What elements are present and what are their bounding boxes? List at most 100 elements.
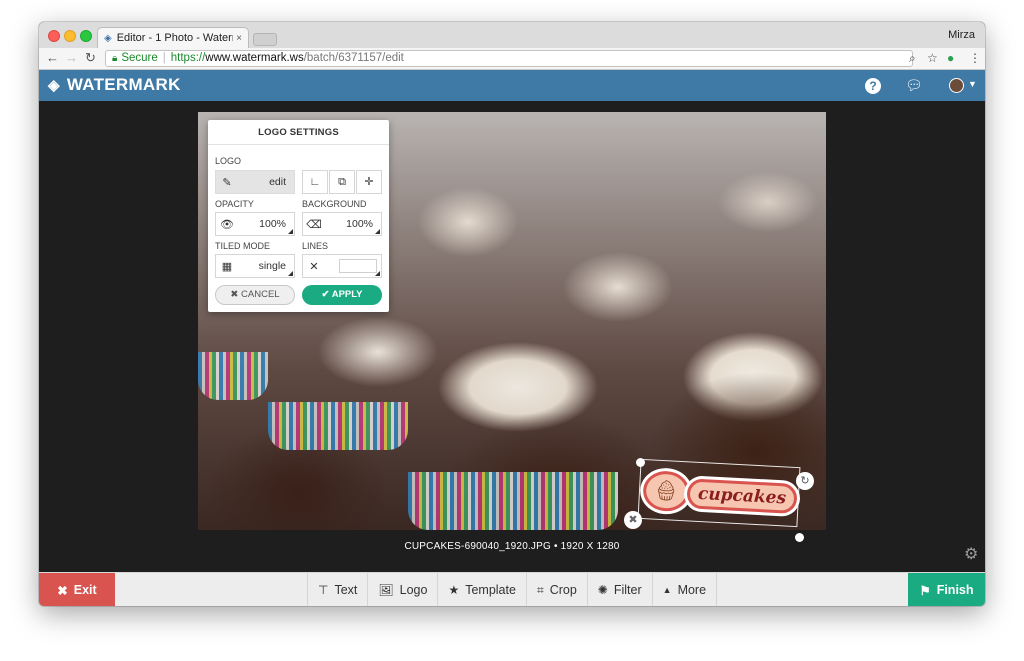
crop-tool-button[interactable]: ⌗ Crop (525, 573, 587, 606)
delete-watermark-icon[interactable]: ✖ (624, 511, 642, 529)
image-icon: 🖼︎ (378, 583, 394, 597)
extension-icon[interactable]: ● (947, 51, 954, 65)
x-lines-icon: ✕ (309, 260, 319, 273)
chevron-down-icon[interactable]: ▼ (968, 79, 977, 89)
more-tool-button[interactable]: ▲ More (651, 573, 718, 606)
maximize-window-button[interactable] (80, 30, 92, 42)
text-tool-button[interactable]: ⊤ Text (307, 573, 367, 606)
lines-field[interactable]: ✕ (302, 254, 382, 278)
close-window-button[interactable] (48, 30, 60, 42)
filter-tool-button[interactable]: ✺ Filter (586, 573, 652, 606)
caret-up-icon: ▲ (662, 585, 672, 595)
lock-icon: 🔒︎ (112, 53, 118, 64)
tiled-mode-value: single (258, 260, 286, 272)
close-icon: ✖ (57, 583, 68, 598)
logo-settings-panel: LOGO SETTINGS LOGO ✎ edit ∟ ⧉ ✛ OPACITY … (208, 120, 389, 312)
browser-window: ◈ Editor - 1 Photo - Watermark.ws × Mirz… (39, 22, 985, 606)
logo-tool-label: Logo (399, 583, 428, 597)
edit-value: edit (269, 176, 286, 188)
url-input[interactable]: 🔒︎ Secure | https://www.watermark.ws/bat… (105, 50, 913, 67)
exit-button[interactable]: ✖ Exit (39, 573, 115, 606)
gear-icon[interactable]: ⚙ (964, 544, 978, 564)
opacity-field[interactable]: 👁︎ 100% (215, 212, 295, 236)
cupcake-liner (408, 472, 618, 530)
logo-tool-button[interactable]: 🖼︎ Logo (367, 573, 437, 606)
cupcake-liner (198, 352, 268, 400)
crop-icon: ⌗ (536, 582, 544, 597)
close-icon: ✖ (230, 289, 239, 300)
finish-label: Finish (936, 583, 974, 597)
reload-icon[interactable]: ↻ (85, 50, 96, 66)
new-tab-button[interactable] (253, 33, 277, 46)
apply-button[interactable]: ✔ APPLY (302, 285, 382, 305)
cupcake-icon: 🧁︎ (642, 470, 691, 513)
crop-tool-label: Crop (549, 583, 577, 597)
finish-button[interactable]: ⚑ Finish (908, 573, 985, 606)
corner-indicator (375, 271, 380, 276)
photo-caption: CUPCAKES-690040_1920.JPG • 1920 X 1280 (404, 541, 620, 552)
tab-close-icon[interactable]: × (236, 33, 242, 44)
forward-icon[interactable]: → (65, 50, 78, 65)
url-path: /batch/6371157/edit (303, 52, 404, 64)
text-icon: ⊤ (318, 583, 329, 597)
eraser-icon: ⌫ (306, 218, 322, 231)
corner-indicator (375, 229, 380, 234)
chat-bubbles-icon[interactable]: 💬︎ (905, 77, 923, 94)
pencil-icon: ✎ (222, 176, 232, 189)
brand-name: WATERMARK (66, 75, 181, 94)
grid-icon: ▦ (221, 260, 233, 273)
line-color-swatch[interactable] (339, 259, 377, 273)
move-icon[interactable]: ✛ (356, 170, 382, 194)
filter-icon: ✺ (597, 583, 608, 597)
url-separator: | (162, 52, 166, 64)
address-bar: ← → ↻ 🔒︎ Secure | https://www.watermark.… (39, 48, 985, 70)
corner-indicator (288, 271, 293, 276)
minimize-window-button[interactable] (64, 30, 76, 42)
cancel-button[interactable]: ✖ CANCEL (215, 285, 295, 305)
tiled-mode-label: TILED MODE (215, 241, 271, 251)
position-corner-icon[interactable]: ∟ (302, 170, 328, 194)
avatar[interactable] (949, 78, 964, 93)
star-icon: ★ (448, 583, 460, 597)
url-host: www.watermark.ws (205, 52, 304, 64)
tool-group: ⊤ Text 🖼︎ Logo ★ Template ⌗ Crop ✺ Filte… (307, 573, 718, 606)
cancel-label: CANCEL (241, 289, 280, 300)
watermark-logo-icon: ◈ (48, 77, 60, 94)
resize-handle[interactable] (636, 458, 645, 467)
check-icon: ✔ (321, 289, 330, 300)
tiled-mode-field[interactable]: ▦ single (215, 254, 295, 278)
rotate-icon[interactable]: ↻ (796, 472, 814, 490)
filter-tool-label: Filter (613, 583, 642, 597)
tab-title: Editor - 1 Photo - Watermark.ws (116, 32, 233, 44)
browser-tab[interactable]: ◈ Editor - 1 Photo - Watermark.ws × (97, 27, 249, 48)
panel-title: LOGO SETTINGS (208, 120, 389, 145)
browser-menu-icon[interactable]: ⋮ (969, 51, 981, 65)
tab-bar: ◈ Editor - 1 Photo - Watermark.ws × Mirz… (39, 22, 985, 48)
secure-label: Secure (121, 52, 158, 64)
text-tool-label: Text (334, 583, 358, 597)
background-field[interactable]: ⌫ 100% (302, 212, 382, 236)
editor-canvas: 🧁︎ cupcakes ↻ ✖ CUPCAKES-690040_1920.JPG… (39, 101, 985, 572)
edit-logo-button[interactable]: ✎ edit (215, 170, 295, 194)
watermark-logo[interactable]: 🧁︎ cupcakes (640, 467, 800, 525)
template-tool-button[interactable]: ★ Template (437, 573, 526, 606)
copy-icon[interactable]: ⧉ (329, 170, 355, 194)
logo-label: LOGO (215, 156, 242, 166)
opacity-label: OPACITY (215, 199, 254, 209)
watermark-text: cupcakes (686, 478, 798, 515)
zoom-icon[interactable]: ⌕ (909, 51, 916, 66)
corner-indicator (288, 229, 293, 234)
eye-icon: 👁︎ (220, 218, 234, 231)
back-icon[interactable]: ← (46, 50, 59, 65)
bookmark-star-icon[interactable]: ☆ (927, 51, 938, 65)
lines-label: LINES (302, 241, 329, 251)
browser-user-name[interactable]: Mirza (948, 29, 975, 41)
more-tool-label: More (677, 583, 707, 597)
help-icon[interactable]: ? (865, 78, 881, 94)
opacity-value: 100% (259, 218, 286, 230)
brand-logo[interactable]: ◈ WATERMARK (48, 75, 181, 95)
app-header: ◈ WATERMARK ? 💬︎ ▼ (39, 70, 985, 101)
flag-icon: ⚑ (919, 583, 931, 598)
watermark-favicon-icon: ◈ (104, 32, 112, 44)
background-value: 100% (346, 218, 373, 230)
